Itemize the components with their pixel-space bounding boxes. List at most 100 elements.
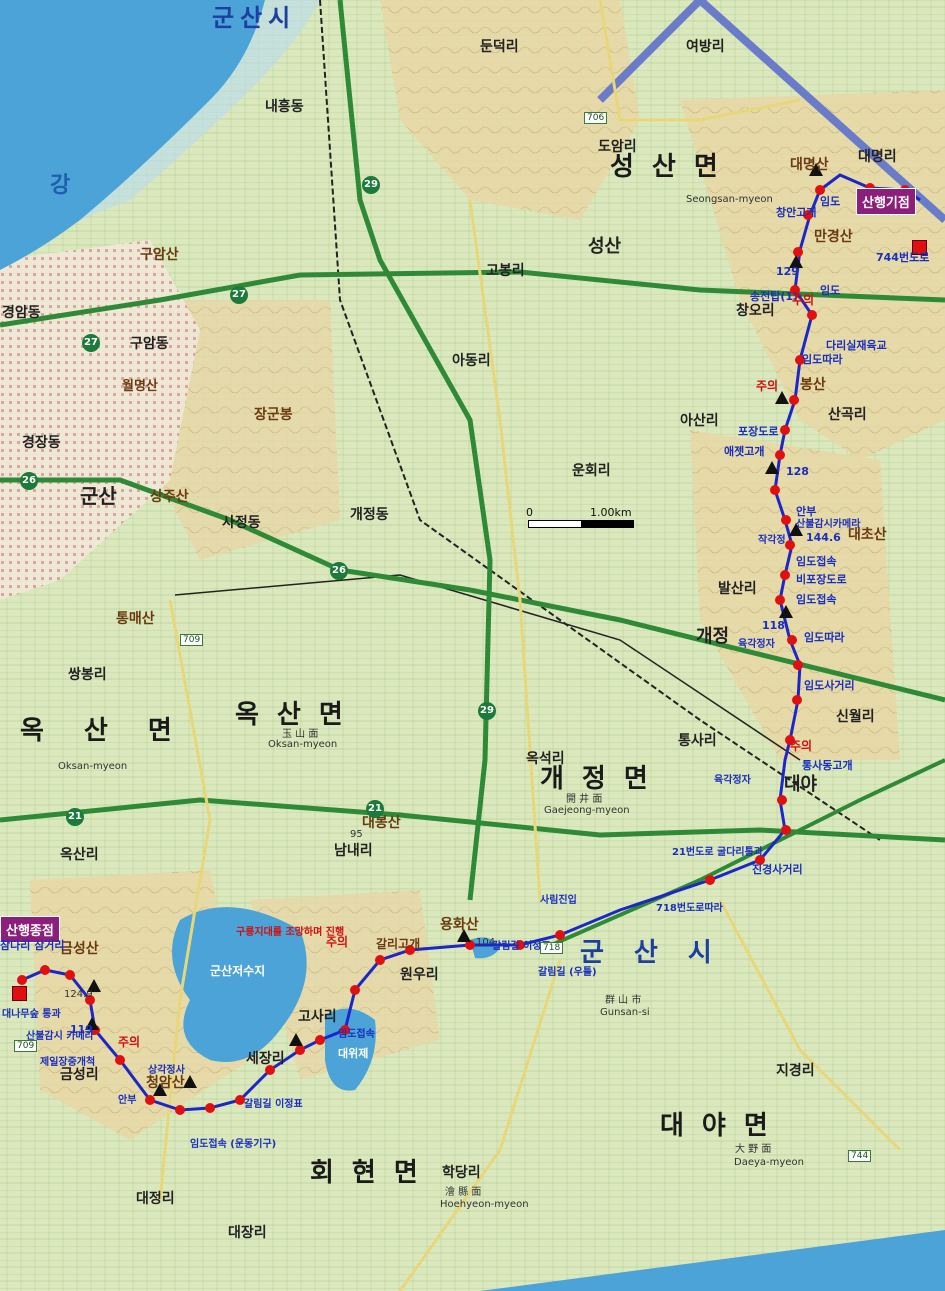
peak-daecho: 대초산: [848, 527, 887, 543]
warn-2: 주의: [756, 379, 779, 393]
label-gunsan-si-top: 군산시: [212, 4, 297, 32]
route-waypoint: [315, 1035, 325, 1045]
label-river: 강: [50, 173, 71, 198]
peak-geumseong: 금성산: [60, 941, 99, 957]
place-gyeongjang: 경장동: [22, 435, 61, 451]
route-waypoint: [175, 1105, 185, 1115]
route-waypoint: [145, 1095, 155, 1105]
route-waypoint: [65, 970, 75, 980]
route-waypoint: [205, 1103, 215, 1113]
place-changori: 창오리: [736, 303, 775, 319]
height-124: 124.9: [64, 989, 93, 1000]
place-oksan-ri: 옥산리: [60, 847, 99, 863]
place-unhoe: 운회리: [572, 463, 611, 479]
place-sangok: 산곡리: [828, 407, 867, 423]
note-imdo-ttara: 임도따라: [802, 353, 843, 366]
route-waypoint: [780, 425, 790, 435]
route-waypoint: [787, 635, 797, 645]
route-waypoint: [770, 485, 780, 495]
note-imdo-sageori: 임도사거리: [804, 679, 855, 692]
place-yeobang: 여방리: [686, 39, 725, 55]
note-imdo-s: 임도접속: [796, 593, 837, 606]
note-galrim-ijeong: 갈림길 이정표: [244, 1099, 303, 1110]
peak-daebong: 대봉산: [362, 815, 401, 831]
place-balsan: 발산리: [718, 581, 757, 597]
note-yukgak2: 육각정자: [714, 775, 751, 786]
route-waypoint: [17, 975, 27, 985]
route-waypoint: [375, 955, 385, 965]
route-waypoint: [705, 875, 715, 885]
note-jakgak: 작각정: [758, 535, 786, 546]
note-sangaksa: 상각정사: [148, 1065, 185, 1076]
road-shield-29b: 29: [478, 702, 496, 720]
route-start-box: 산행기점: [856, 188, 916, 215]
peak-triangle-icon: [779, 605, 793, 618]
warn-1: 주의: [792, 293, 815, 307]
route-num-709b: 709: [14, 1040, 38, 1052]
route-num-709: 709: [180, 634, 204, 646]
scale-one: 1.00km: [590, 506, 632, 519]
scale-bar: [528, 520, 634, 528]
route-waypoint: [780, 570, 790, 580]
place-tongsa: 통사리: [678, 733, 717, 749]
place-sinweol: 신월리: [836, 709, 875, 725]
note-744: 744번도로: [876, 251, 930, 264]
note-bipojang: 비포장도로: [796, 573, 847, 586]
hanja-daeya: 大 野 面: [735, 1144, 772, 1155]
place-gyeongam: 경암동: [2, 305, 41, 321]
height-144: 144.6: [806, 531, 841, 544]
road-shield-27: 27: [230, 286, 248, 304]
note-aejet: 애젯고개: [724, 445, 765, 458]
label-daeya-myeon: 대야면: [660, 1111, 786, 1141]
route-waypoint: [792, 695, 802, 705]
place-daejang: 대장리: [228, 1225, 267, 1241]
map-canvas[interactable]: 군산시 성산면 옥산면 옥산면 개정면 회현면 대야면 군산시 Seongsan…: [0, 0, 945, 1291]
road-shield-21: 21: [66, 808, 84, 826]
place-wonu: 원우리: [400, 967, 439, 983]
place-jigyeong: 지경리: [776, 1063, 815, 1079]
place-adong: 아동리: [452, 353, 491, 369]
note-21: 21번도로 굴다리통과: [672, 847, 763, 858]
warn-4: 주의: [326, 935, 349, 949]
peak-guam-san: 구암산: [140, 247, 179, 263]
route-waypoint: [815, 185, 825, 195]
hanja-oksan: 玉 山 面: [282, 729, 319, 740]
route-waypoint: [295, 1045, 305, 1055]
label-gunsan-reservoir: 군산저수지: [210, 964, 266, 978]
scale-zero: 0: [526, 506, 533, 519]
label-oksan-myeon-west: 옥산면: [20, 716, 212, 746]
note-imdo-jeopsok: 임도접속: [796, 555, 837, 568]
roman-oksan: Oksan-myeon: [268, 739, 338, 750]
peak-sangju: 상주산: [150, 489, 189, 505]
warn-3: 주의: [790, 739, 813, 753]
place-namnae: 남내리: [334, 843, 373, 859]
place-dunduk: 둔덕리: [480, 39, 519, 55]
place-seongsan: 성산: [588, 236, 622, 257]
route-waypoint: [775, 450, 785, 460]
road-shield-26: 26: [20, 472, 38, 490]
hanja-hoehyeon: 澮 縣 面: [445, 1187, 482, 1198]
route-waypoint: [555, 930, 565, 940]
note-chamdari: 참다리 삼거리: [0, 939, 65, 952]
note-yukgak: 육각정자: [738, 639, 775, 650]
height-118: 118: [762, 619, 785, 632]
route-waypoint: [40, 965, 50, 975]
note-imdo-t: 임도따라: [804, 631, 845, 644]
place-gobong: 고봉리: [486, 263, 525, 279]
route-waypoint: [781, 825, 791, 835]
note-imdo-goo: 임도접속 (운동기구): [190, 1139, 277, 1150]
peak-janggun: 장군봉: [254, 407, 293, 423]
note-imdo2: 임도: [820, 284, 841, 297]
road-shield-29: 29: [362, 176, 380, 194]
peak-bongsan: 봉산: [800, 377, 826, 393]
roman-gunsan-si: Gunsan-si: [600, 1007, 650, 1018]
roman-seongsan: Seongsan-myeon: [686, 194, 773, 205]
peak-triangle-icon: [183, 1075, 197, 1088]
label-oksan-myeon: 옥산면: [235, 700, 361, 730]
route-num-718: 718: [540, 942, 564, 954]
route-waypoint: [807, 310, 817, 320]
roman-oksan-w: Oksan-myeon: [58, 761, 128, 772]
peak-daemyeong: 대명산: [790, 157, 829, 173]
note-jingyeong: 진경사거리: [752, 863, 803, 876]
route-waypoint: [789, 395, 799, 405]
